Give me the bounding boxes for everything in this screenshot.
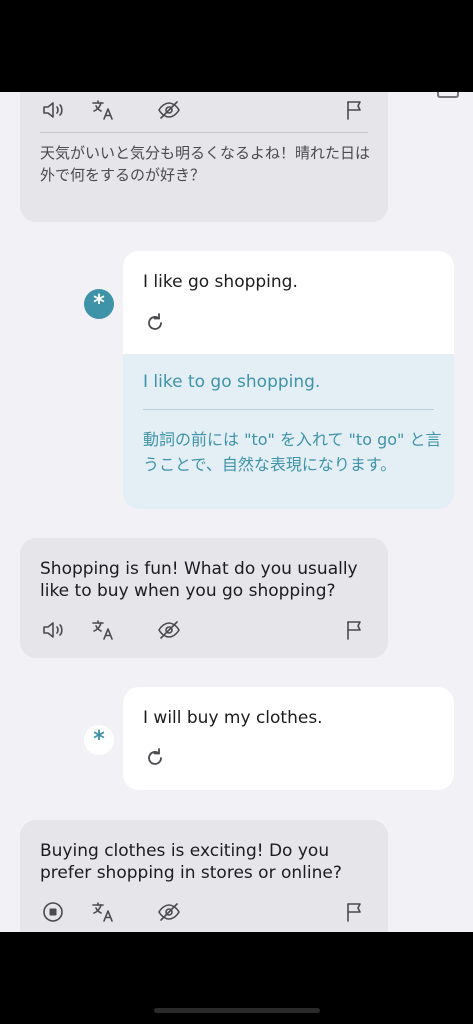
correction-divider bbox=[143, 409, 434, 410]
message-actions bbox=[40, 98, 368, 122]
header-menu-icon[interactable] bbox=[437, 92, 459, 98]
message-text: 天気がいいと気分も明るくなるよね！晴れた日は外で何をするのが好き？ bbox=[40, 144, 371, 184]
correction-explanation: 動詞の前には "to" を入れて "to go" と言うことで、自然な表現になり… bbox=[143, 430, 442, 474]
message-actions bbox=[40, 618, 368, 642]
message-text: Buying clothes is exciting! Do you prefe… bbox=[40, 841, 342, 883]
message-text: I like go shopping. bbox=[143, 272, 298, 292]
correction-panel: I like to go shopping. 動詞の前には "to" を入れて … bbox=[123, 354, 454, 509]
user-avatar-icon: * bbox=[84, 725, 114, 755]
hide-text-icon[interactable] bbox=[156, 618, 182, 642]
translate-icon[interactable] bbox=[90, 618, 116, 642]
flag-icon[interactable] bbox=[342, 618, 368, 642]
ai-message-bubble: Shopping is fun! What do you usually lik… bbox=[20, 538, 388, 658]
user-message-bubble: I will buy my clothes. bbox=[123, 687, 454, 790]
stop-icon[interactable] bbox=[40, 900, 66, 924]
hide-text-icon[interactable] bbox=[156, 900, 182, 924]
user-message-bubble: I like go shopping. bbox=[123, 251, 454, 366]
translate-icon[interactable] bbox=[90, 98, 116, 122]
ai-message-bubble: 天気がいいと気分も明るくなるよね！晴れた日は外で何をするのが好き？ bbox=[20, 92, 388, 222]
speaker-icon[interactable] bbox=[40, 98, 66, 122]
ai-message-bubble: Buying clothes is exciting! Do you prefe… bbox=[20, 820, 388, 932]
message-text: I will buy my clothes. bbox=[143, 708, 323, 728]
flag-icon[interactable] bbox=[342, 98, 368, 122]
speaker-icon[interactable] bbox=[40, 618, 66, 642]
chat-screen: 天気がいいと気分も明るくなるよね！晴れた日は外で何をするのが好き？ * I li… bbox=[0, 92, 473, 932]
bubble-divider bbox=[40, 132, 368, 133]
translate-icon[interactable] bbox=[90, 900, 116, 924]
home-indicator[interactable] bbox=[154, 1008, 320, 1013]
corrected-sentence: I like to go shopping. bbox=[143, 372, 321, 392]
retry-icon[interactable] bbox=[143, 311, 167, 335]
message-text: Shopping is fun! What do you usually lik… bbox=[40, 559, 358, 601]
flag-icon[interactable] bbox=[342, 900, 368, 924]
hide-text-icon[interactable] bbox=[156, 98, 182, 122]
retry-icon[interactable] bbox=[143, 746, 167, 770]
user-avatar-icon: * bbox=[84, 289, 114, 319]
message-actions bbox=[40, 900, 368, 924]
